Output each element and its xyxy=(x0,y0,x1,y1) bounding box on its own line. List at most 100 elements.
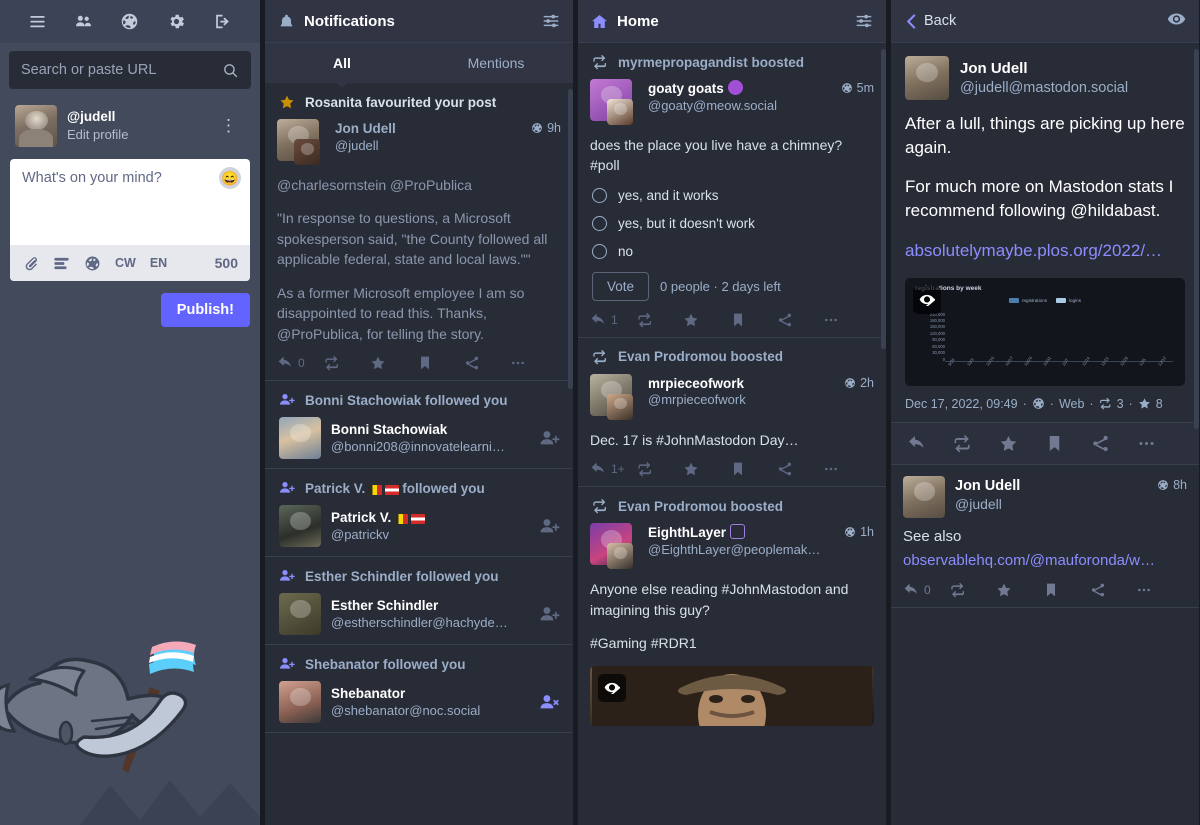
more-options-button[interactable] xyxy=(1136,582,1183,598)
follow-back-button[interactable] xyxy=(537,603,561,625)
status-link[interactable]: absolutelymaybe.plos.org/2022/… xyxy=(905,239,1185,263)
home-timeline[interactable]: myrmepropagandist boosted goaty goats @g… xyxy=(578,43,886,825)
avatar-secondary[interactable] xyxy=(607,393,633,420)
list-item[interactable]: Shebanator followed you Shebanator @sheb… xyxy=(265,645,573,734)
list-item[interactable]: Evan Prodromou boosted EighthLayer @Eigh… xyxy=(578,487,886,734)
radio-icon[interactable] xyxy=(592,187,607,203)
favourite-button[interactable] xyxy=(996,582,1043,598)
eye-icon[interactable] xyxy=(1167,12,1186,31)
share-button[interactable] xyxy=(777,312,824,328)
publish-button[interactable]: Publish! xyxy=(160,293,250,327)
list-item[interactable]: myrmepropagandist boosted goaty goats @g… xyxy=(578,43,886,338)
account-row[interactable]: @judell Edit profile ⋮ xyxy=(9,95,251,159)
logout-icon[interactable] xyxy=(210,9,236,35)
avatar[interactable] xyxy=(279,417,321,460)
attach-icon[interactable] xyxy=(22,255,39,272)
poll-option[interactable]: yes, and it works xyxy=(590,187,874,203)
hidden-eye-icon[interactable] xyxy=(598,673,626,702)
more-options-button[interactable] xyxy=(823,312,870,328)
language-button[interactable]: EN xyxy=(150,256,167,270)
favourite-button[interactable] xyxy=(370,355,417,371)
reply-button[interactable]: 0 xyxy=(277,355,324,371)
account-handle: @judell xyxy=(335,137,379,153)
search-box[interactable] xyxy=(9,51,251,89)
share-button[interactable] xyxy=(1090,582,1137,598)
emoji-picker-icon[interactable]: 😄 xyxy=(219,167,241,189)
share-button[interactable] xyxy=(1091,434,1137,453)
share-button[interactable] xyxy=(777,461,824,477)
sliders-icon[interactable] xyxy=(855,13,873,29)
list-item[interactable]: Bonni Stachowiak followed you Bonni Stac… xyxy=(265,381,573,470)
list-item[interactable]: Evan Prodromou boosted mrpieceofwork @mr… xyxy=(578,338,886,488)
tab-all[interactable]: All xyxy=(265,43,419,83)
list-item[interactable]: Esther Schindler followed you Esther Sch… xyxy=(265,557,573,646)
poll-option[interactable]: yes, but it doesn't work xyxy=(590,215,874,231)
list-item[interactable]: Rosanita favourited your post Jon Udell … xyxy=(265,83,573,382)
star-icon xyxy=(279,94,296,110)
bookmark-button[interactable] xyxy=(1043,582,1090,598)
avatar[interactable] xyxy=(905,56,949,100)
boost-button[interactable] xyxy=(637,312,684,328)
follow-back-button[interactable] xyxy=(537,427,561,449)
tab-mentions[interactable]: Mentions xyxy=(419,43,573,83)
detail-scroll[interactable]: Jon Udell @judell@mastodon.social After … xyxy=(891,43,1199,825)
reply-button[interactable]: 1+ xyxy=(590,461,637,477)
back-label: Back xyxy=(924,13,957,29)
back-button[interactable]: Back xyxy=(904,13,956,29)
bookmark-button[interactable] xyxy=(730,312,777,328)
avatar-secondary[interactable] xyxy=(607,543,633,570)
media-attachment[interactable] xyxy=(590,665,874,726)
boost-button[interactable] xyxy=(953,434,999,453)
boost-button[interactable] xyxy=(637,461,684,477)
poll-icon[interactable] xyxy=(53,255,70,272)
visibility-globe-icon[interactable] xyxy=(84,255,101,272)
content-warning-button[interactable]: CW xyxy=(115,256,136,270)
reply-button[interactable] xyxy=(907,434,953,453)
bookmark-button[interactable] xyxy=(1045,434,1091,453)
boost-button[interactable] xyxy=(950,582,997,598)
radio-icon[interactable] xyxy=(592,215,607,231)
share-button[interactable] xyxy=(464,355,511,371)
follow-back-button[interactable] xyxy=(537,515,561,537)
reply-button[interactable]: 1 xyxy=(590,312,637,328)
scrollbar[interactable] xyxy=(1194,49,1199,429)
bookmark-button[interactable] xyxy=(417,355,464,371)
avatar-secondary[interactable] xyxy=(294,139,320,165)
gear-icon[interactable] xyxy=(163,9,189,35)
avatar-secondary[interactable] xyxy=(607,99,633,125)
more-options-button[interactable] xyxy=(823,461,870,477)
avatar[interactable] xyxy=(279,593,321,636)
notifications-list[interactable]: Rosanita favourited your post Jon Udell … xyxy=(265,83,573,825)
account-menu-icon[interactable]: ⋮ xyxy=(214,117,243,134)
compose-textarea[interactable]: What's on your mind? 😄 xyxy=(10,159,250,245)
bookmark-button[interactable] xyxy=(730,461,777,477)
globe-icon[interactable] xyxy=(117,9,143,35)
reply-status[interactable]: Jon Udell @judell 8h See also observable… xyxy=(891,465,1199,609)
sliders-icon[interactable] xyxy=(542,13,560,29)
search-input[interactable] xyxy=(21,62,222,78)
status-link[interactable]: observablehq.com/@mauforonda/w… xyxy=(903,550,1187,572)
community-icon[interactable] xyxy=(71,9,97,35)
hidden-eye-icon[interactable] xyxy=(913,285,941,314)
reply-button[interactable]: 0 xyxy=(903,582,950,598)
favourite-button[interactable] xyxy=(683,312,730,328)
scrollbar[interactable] xyxy=(568,89,573,389)
legend-label: registrations xyxy=(1021,297,1048,303)
vote-button[interactable]: Vote xyxy=(592,271,650,301)
radio-icon[interactable] xyxy=(592,243,607,259)
media-attachment-chart[interactable]: registrations by week registrations logi… xyxy=(905,277,1185,386)
boost-button[interactable] xyxy=(324,355,371,371)
edit-profile-link[interactable]: Edit profile xyxy=(67,126,204,144)
favourite-button[interactable] xyxy=(683,461,730,477)
more-options-button[interactable] xyxy=(510,355,557,371)
hamburger-menu-icon[interactable] xyxy=(24,9,50,35)
avatar[interactable] xyxy=(903,475,945,518)
scrollbar[interactable] xyxy=(881,49,886,349)
avatar[interactable] xyxy=(279,505,321,548)
poll-option[interactable]: no xyxy=(590,243,874,259)
person-x-icon[interactable] xyxy=(537,691,561,713)
more-options-button[interactable] xyxy=(1137,434,1183,453)
avatar[interactable] xyxy=(279,681,321,724)
list-item[interactable]: Patrick V. followed you Patrick V. @patri… xyxy=(265,469,573,558)
favourite-button[interactable] xyxy=(999,434,1045,453)
